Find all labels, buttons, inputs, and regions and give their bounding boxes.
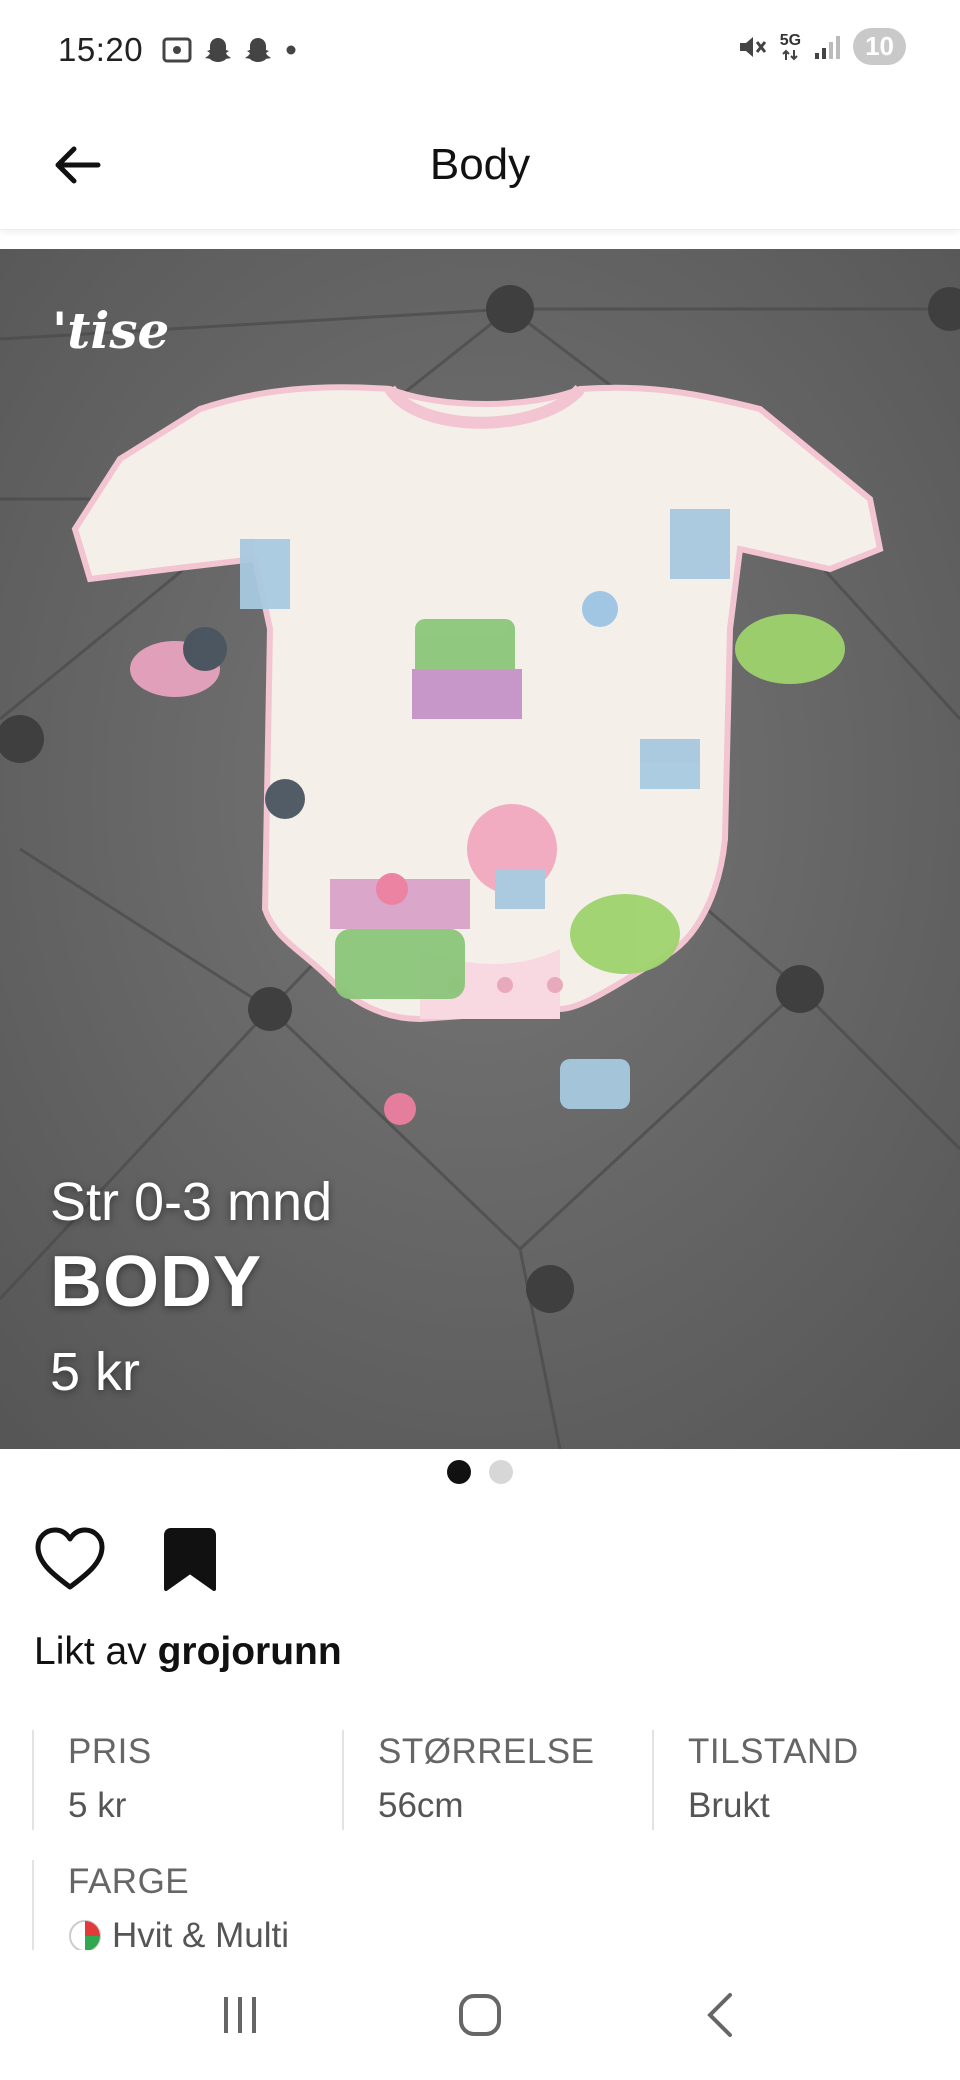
attribute-value: Hvit & Multi bbox=[112, 1916, 289, 1950]
mute-icon bbox=[739, 36, 766, 57]
attribute-value: Brukt bbox=[688, 1786, 770, 1825]
home-button[interactable] bbox=[435, 1970, 525, 2060]
bookmark-filled-icon bbox=[164, 1528, 216, 1591]
attribute-row: PRIS 5 kr STØRRELSE 56cm TILSTAND Brukt bbox=[32, 1730, 960, 1830]
action-row bbox=[30, 1520, 230, 1600]
liked-by-prefix: Likt av bbox=[34, 1630, 147, 1673]
attribute-value: 56cm bbox=[378, 1786, 464, 1825]
liked-by-username[interactable]: grojorunn bbox=[158, 1630, 342, 1673]
network-indicator: 5G bbox=[779, 31, 802, 61]
attribute-value-row: Hvit & Multi bbox=[68, 1916, 352, 1950]
attribute-label: FARGE bbox=[68, 1862, 190, 1901]
status-notification-icons bbox=[161, 35, 299, 65]
network-type: 5G bbox=[779, 31, 802, 49]
pagination-dot-active[interactable] bbox=[447, 1460, 471, 1484]
overlay-size-text: Str 0-3 mnd bbox=[50, 1172, 333, 1232]
status-time: 15:20 bbox=[58, 31, 144, 68]
liked-by-text: Likt av grojorunn bbox=[34, 1630, 342, 1674]
screenshot-icon bbox=[162, 37, 192, 63]
snapchat-icon bbox=[245, 38, 272, 62]
tise-watermark: 'tise bbox=[52, 301, 170, 360]
attribute-color: FARGE Hvit & Multi bbox=[32, 1860, 352, 1950]
attribute-label: PRIS bbox=[68, 1732, 152, 1771]
signal-icon bbox=[815, 35, 841, 59]
system-back-button[interactable] bbox=[675, 1970, 765, 2060]
more-notifications-icon bbox=[286, 45, 296, 55]
image-pagination bbox=[0, 1460, 960, 1484]
product-photo[interactable]: 'tise Str 0-3 mnd BODY 5 kr bbox=[0, 249, 960, 1449]
page-title: Body bbox=[429, 140, 531, 189]
status-bar: 15:20 5G 10 bbox=[0, 0, 960, 100]
save-button[interactable] bbox=[150, 1520, 230, 1600]
attribute-value: 5 kr bbox=[68, 1786, 127, 1825]
battery-badge: 10 bbox=[853, 28, 906, 65]
recent-apps-button[interactable] bbox=[195, 1970, 285, 2060]
app-bar: Body bbox=[0, 100, 960, 230]
attribute-label: STØRRELSE bbox=[378, 1732, 595, 1771]
product-attributes: PRIS 5 kr STØRRELSE 56cm TILSTAND Brukt … bbox=[32, 1730, 960, 1950]
overlay-name-text: BODY bbox=[50, 1242, 263, 1322]
data-transfer-icon bbox=[782, 49, 799, 60]
recent-apps-icon bbox=[224, 1997, 256, 2033]
status-right: 5G 10 bbox=[736, 28, 906, 65]
attribute-condition: TILSTAND Brukt bbox=[652, 1730, 960, 1830]
chevron-left-icon bbox=[707, 1993, 732, 2037]
attribute-price: PRIS 5 kr bbox=[32, 1730, 342, 1830]
home-icon bbox=[459, 1994, 501, 2036]
heart-outline-icon bbox=[35, 1527, 105, 1590]
pagination-dot[interactable] bbox=[489, 1460, 513, 1484]
attribute-label: TILSTAND bbox=[688, 1732, 859, 1771]
attribute-row: FARGE Hvit & Multi bbox=[32, 1860, 960, 1950]
overlay-price-text: 5 kr bbox=[50, 1342, 141, 1402]
attribute-size: STØRRELSE 56cm bbox=[342, 1730, 652, 1830]
snapchat-icon bbox=[205, 38, 232, 62]
system-nav-bar bbox=[0, 1950, 960, 2080]
like-button[interactable] bbox=[30, 1520, 110, 1600]
color-swatch-icon bbox=[69, 1920, 101, 1950]
